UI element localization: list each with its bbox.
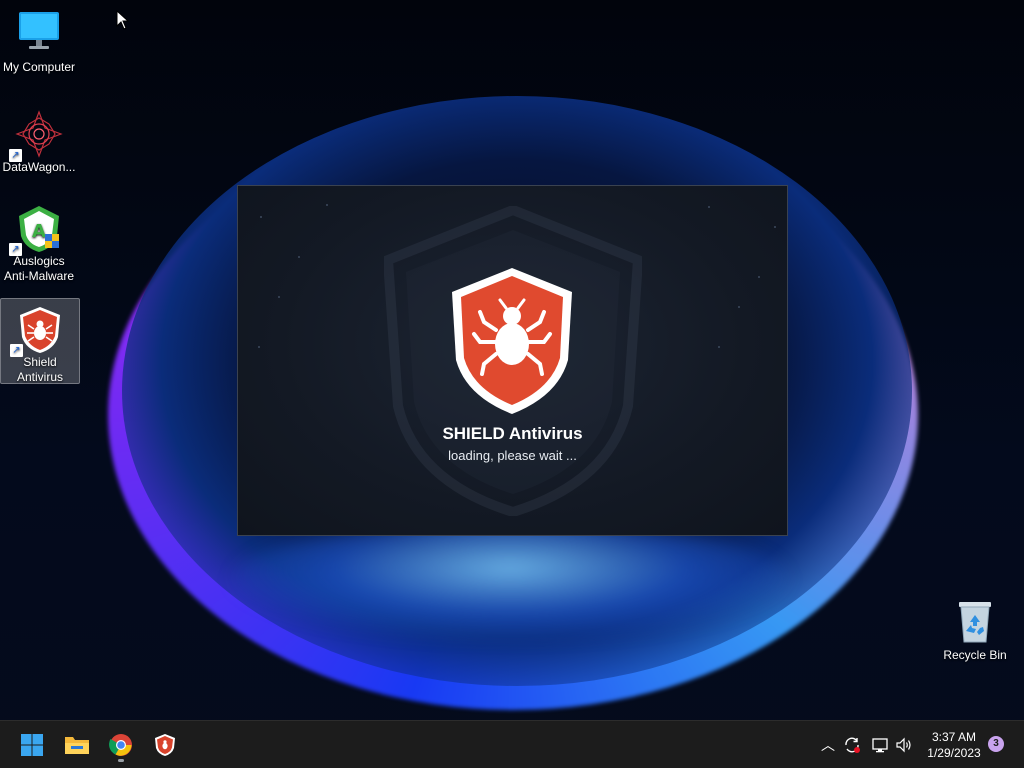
- star-dot: [298, 256, 300, 258]
- mouse-cursor-icon: [116, 9, 130, 35]
- star-dot: [708, 206, 710, 208]
- desktop-icon-shield-antivirus[interactable]: ↗ Shield Antivirus: [0, 298, 80, 384]
- shield-antivirus-taskbar-button[interactable]: [147, 727, 183, 763]
- clock-date: 1/29/2023: [927, 746, 981, 760]
- splash-status: loading, please wait ...: [448, 448, 577, 463]
- desktop-icon-label: Recycle Bin: [943, 648, 1007, 662]
- volume-tray-button[interactable]: [894, 735, 914, 755]
- svg-text:A: A: [32, 221, 46, 242]
- chrome-icon: [109, 734, 132, 756]
- windows-start-icon: [21, 734, 43, 756]
- shield-antivirus-splash-window: SHIELD Antivirus loading, please wait ..…: [237, 185, 788, 536]
- star-dot: [718, 346, 720, 348]
- auslogics-shield-icon: A ↗: [9, 204, 63, 256]
- star-dot: [774, 226, 776, 228]
- shield-antivirus-icon: [155, 734, 175, 756]
- star-dot: [758, 276, 760, 278]
- shield-antivirus-logo-icon: [450, 266, 574, 421]
- desktop-icon-datawagon[interactable]: ↗ DataWagon...: [0, 104, 78, 174]
- shortcut-arrow-icon: ↗: [9, 149, 22, 162]
- desktop-icon-label: My Computer: [2, 60, 76, 74]
- running-indicator: [118, 759, 124, 762]
- desktop-icon-recycle-bin[interactable]: Recycle Bin: [936, 592, 1014, 662]
- star-dot: [738, 306, 740, 308]
- show-hidden-icons-button[interactable]: ︿: [818, 735, 838, 755]
- desktop-icon-label: DataWagon...: [2, 160, 76, 174]
- recycle-bin-icon: [951, 598, 999, 646]
- star-dot: [326, 204, 328, 206]
- folder-icon: [65, 737, 89, 754]
- file-explorer-button[interactable]: [59, 727, 95, 763]
- sync-icon: [845, 737, 860, 753]
- notification-badge[interactable]: 3: [988, 736, 1004, 752]
- chrome-button[interactable]: [103, 727, 139, 763]
- start-button[interactable]: [14, 727, 50, 763]
- network-icon: [872, 738, 888, 753]
- network-tray-button[interactable]: [870, 735, 890, 755]
- shortcut-arrow-icon: ↗: [10, 344, 23, 357]
- clock[interactable]: 3:37 AM 1/29/2023: [918, 729, 990, 761]
- sync-tray-button[interactable]: [842, 735, 862, 755]
- shield-antivirus-icon: ↗: [10, 305, 64, 357]
- desktop-icon-auslogics[interactable]: A ↗ Auslogics Anti-Malware: [0, 198, 78, 286]
- taskbar: ︿ 3:37 AM 1/29/2023: [0, 720, 1024, 768]
- desktop-icon-label: Auslogics Anti-Malware: [3, 254, 75, 283]
- speaker-icon: [896, 737, 911, 753]
- star-dot: [258, 346, 260, 348]
- splash-title: SHIELD Antivirus: [442, 424, 583, 443]
- desktop-icon-my-computer[interactable]: My Computer: [0, 4, 78, 84]
- desktop-icon-label: Shield Antivirus: [16, 355, 63, 384]
- star-dot: [278, 296, 280, 298]
- wallpaper-glow: [230, 520, 790, 640]
- clock-time: 3:37 AM: [931, 730, 977, 744]
- shortcut-arrow-icon: ↗: [9, 243, 22, 256]
- star-dot: [260, 216, 262, 218]
- monitor-icon: [15, 10, 63, 58]
- datawagon-icon: ↗: [9, 110, 63, 162]
- chevron-up-icon: ︿: [821, 737, 835, 753]
